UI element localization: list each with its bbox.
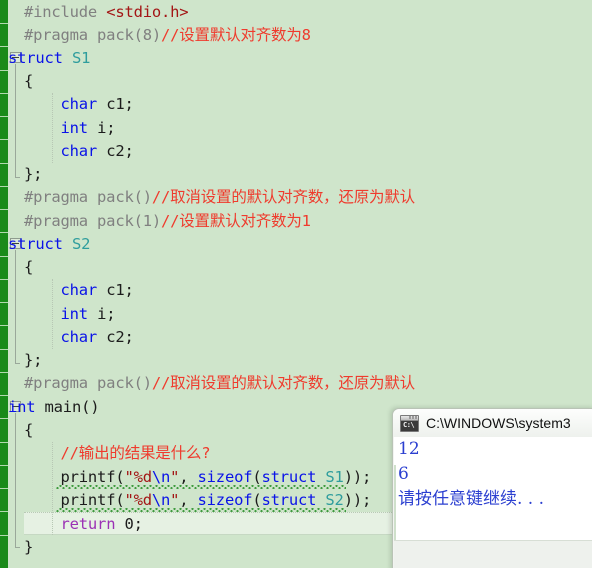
token-function-name: main() (44, 398, 100, 416)
token-type-name: S2 (325, 491, 344, 509)
token-brace: { (24, 72, 34, 90)
token-keyword: sizeof (197, 491, 253, 509)
token-keyword: int (60, 305, 89, 323)
token-comment: //设置默认对齐数为8 (160, 26, 311, 44)
token-punct: , (179, 491, 198, 509)
code-line-17[interactable]: #pragma pack()//取消设置的默认对齐数，还原为默认 (24, 372, 415, 395)
token-brace: { (24, 421, 34, 439)
code-line-13[interactable]: char c1; (24, 279, 134, 302)
code-line-24[interactable]: } (24, 536, 33, 559)
token-identifier: c1; (106, 95, 134, 113)
token-string: " (170, 468, 180, 486)
code-line-19[interactable]: { (24, 419, 33, 442)
token-identifier: c2; (106, 328, 134, 346)
code-line-20[interactable]: //输出的结果是什么? (24, 442, 211, 465)
token-return-keyword: return (60, 515, 116, 533)
token-identifier: i; (97, 119, 116, 137)
token-keyword: char (60, 281, 98, 299)
console-output-line-3: 请按任意键继续. . . (398, 489, 545, 509)
token-keyword: int (60, 119, 89, 137)
code-line-3[interactable]: struct S1 (8, 47, 90, 70)
token-preprocessor: #pragma pack(8) (24, 26, 161, 44)
token-function-call: printf( (60, 468, 125, 486)
code-line-2[interactable]: #pragma pack(8)//设置默认对齐数为8 (24, 24, 311, 47)
error-squiggle-line-21 (56, 485, 346, 489)
token-keyword: struct (261, 468, 317, 486)
code-line-16[interactable]: }; (24, 349, 42, 372)
change-bar-gutter (0, 0, 8, 568)
token-identifier: c1; (106, 281, 134, 299)
code-line-23[interactable]: return 0; (24, 513, 143, 536)
token-type-name: S1 (325, 468, 344, 486)
token-punct: )); (343, 491, 372, 509)
token-keyword: char (60, 328, 98, 346)
code-line-1[interactable]: #include <stdio.h> (24, 1, 189, 24)
token-comment: //取消设置的默认对齐数，还原为默认 (151, 374, 415, 392)
console-client-area[interactable]: 12 6 请按任意键继续. . . (394, 437, 592, 568)
code-line-8[interactable]: }; (24, 163, 42, 186)
app-root: #include <stdio.h> #pragma pack(8)//设置默认… (0, 0, 592, 568)
token-punct: )); (343, 468, 372, 486)
token-keyword: sizeof (197, 468, 253, 486)
token-type-name: S2 (71, 235, 91, 253)
code-line-15[interactable]: char c2; (24, 326, 134, 349)
token-string: "%d (124, 491, 152, 509)
token-keyword: struct (261, 491, 317, 509)
token-brace: }; (24, 351, 43, 369)
token-string: "%d (124, 468, 152, 486)
token-punct: , (179, 468, 198, 486)
token-comment: //设置默认对齐数为1 (160, 212, 311, 230)
token-number: 0; (124, 515, 143, 533)
token-string: " (170, 491, 180, 509)
token-type-name: S1 (71, 49, 91, 67)
token-keyword: char (60, 95, 98, 113)
token-header-name: <stdio.h> (106, 3, 189, 21)
cmd-icon-caption: C:\ (403, 420, 415, 429)
token-brace: { (24, 258, 34, 276)
code-line-11[interactable]: struct S2 (8, 233, 90, 256)
cmd-console-icon: C:\ (400, 414, 419, 432)
token-preprocessor: #pragma pack() (24, 188, 152, 206)
console-output-line-2: 6 (398, 464, 409, 484)
code-line-7[interactable]: char c2; (24, 140, 134, 163)
outline-fold-column[interactable] (8, 0, 24, 568)
console-window[interactable]: C:\ C:\WINDOWS\system3 12 6 请按任意键继续. . . (392, 408, 592, 568)
token-identifier: c2; (106, 142, 134, 160)
token-comment: //输出的结果是什么? (60, 444, 211, 462)
token-preprocessor: #include (24, 3, 107, 21)
token-keyword: char (60, 142, 98, 160)
code-line-14[interactable]: int i; (24, 303, 116, 326)
token-escape-seq: \n (151, 491, 171, 509)
token-identifier: i; (97, 305, 116, 323)
token-brace: } (24, 538, 34, 556)
token-preprocessor: #pragma pack() (24, 374, 152, 392)
token-comment: //取消设置的默认对齐数，还原为默认 (151, 188, 415, 206)
code-line-10[interactable]: #pragma pack(1)//设置默认对齐数为1 (24, 210, 311, 233)
code-line-4[interactable]: { (24, 70, 33, 93)
console-empty-area (394, 540, 592, 568)
code-line-18[interactable]: int main() (8, 396, 100, 419)
token-function-call: printf( (60, 491, 125, 509)
token-keyword: struct (8, 235, 63, 253)
console-output-line-1: 12 (398, 439, 420, 459)
code-line-9[interactable]: #pragma pack()//取消设置的默认对齐数，还原为默认 (24, 186, 415, 209)
code-line-12[interactable]: { (24, 256, 33, 279)
console-title-bar[interactable]: C:\ C:\WINDOWS\system3 (393, 409, 592, 437)
token-brace: }; (24, 165, 43, 183)
code-line-5[interactable]: char c1; (24, 93, 134, 116)
error-squiggle-line-22 (56, 508, 346, 512)
code-line-6[interactable]: int i; (24, 117, 116, 140)
token-keyword: int (8, 398, 36, 416)
token-preprocessor: #pragma pack(1) (24, 212, 161, 230)
console-title-text: C:\WINDOWS\system3 (426, 415, 571, 431)
token-keyword: struct (8, 49, 63, 67)
token-escape-seq: \n (151, 468, 171, 486)
